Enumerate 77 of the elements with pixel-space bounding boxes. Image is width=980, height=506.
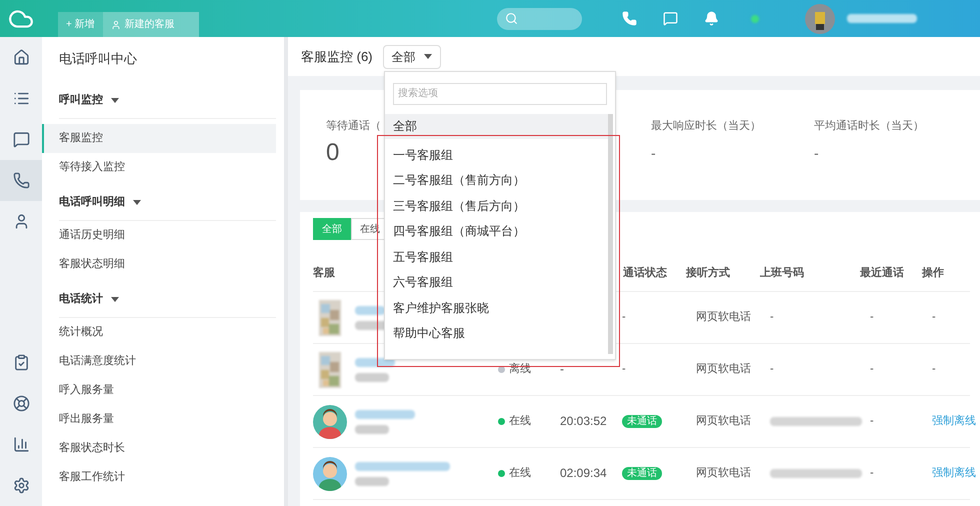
duration-text: 02:09:34 [560,466,607,480]
settings-icon[interactable] [12,477,30,494]
column-header: 上班号码 [760,266,805,281]
sidebar-title: 电话呼叫中心 [59,50,138,68]
redacted-name [355,410,415,418]
stat-label: 最大响应时长（当天） [651,118,761,134]
recent-call-text: - [870,311,874,324]
dropdown-option[interactable]: 六号客服组 [385,270,608,295]
section-header[interactable]: 呼叫监控 [59,83,276,119]
recent-call-text: - [870,363,874,376]
redacted-id [355,372,389,382]
status-text: 在线 [509,466,531,482]
recent-call-text: - [870,467,874,480]
list-icon[interactable] [12,90,30,107]
page-title: 客服监控 (6) [301,48,372,66]
sidebar-item[interactable]: 客服工作统计 [59,463,276,492]
sidebar-item[interactable]: 等待接入监控 [59,153,276,182]
search-field[interactable]: 搜索选项 [393,82,607,104]
clipboard-icon[interactable] [12,354,30,371]
redacted-id [355,424,389,434]
avatar-icon [313,456,347,490]
call-status-text: - [622,363,626,376]
dropdown-option[interactable]: 三号客服组（售后方向） [385,193,608,218]
sidebar-item[interactable]: 客服状态时长 [59,434,276,463]
status-text: 在线 [509,414,531,430]
search-icon [504,12,518,25]
group-select[interactable]: 全部 [382,44,440,68]
search-field[interactable] [496,8,582,30]
duration-text: - [560,362,564,376]
stat-label: 等待通话（ [326,118,381,134]
stat-value: - [651,144,656,162]
call-status-badge: 未通话 [622,467,662,480]
sidebar-item[interactable]: 客服状态明细 [59,250,276,279]
stat-value: 0 [326,138,340,168]
method-text: 网页软电话 [696,311,751,324]
stat-label: 平均通话时长（当天） [814,118,924,134]
method-text: 网页软电话 [696,363,751,376]
lifebuoy-icon[interactable] [12,395,30,412]
sidebar-item[interactable]: 呼出服务量 [59,405,276,434]
sidebar-item[interactable]: 电话满意度统计 [59,347,276,376]
home-icon[interactable] [12,49,30,66]
column-header: 接听方式 [686,266,731,281]
action-text: - [932,363,936,376]
column-header: 操作 [922,266,945,281]
dropdown-option[interactable]: 全部 [385,114,608,139]
scrollbar[interactable] [608,114,613,354]
bar-chart-icon[interactable] [12,436,30,453]
avatar-icon [313,404,347,438]
dropdown-option[interactable]: 一号客服组 [385,142,608,168]
sidebar-item[interactable]: 通话历史明细 [59,221,276,250]
sidebar-item[interactable]: 统计概况 [59,318,276,347]
duration-text: 20:03:52 [560,414,607,428]
column-header: 通话状态 [623,266,668,281]
section-header[interactable]: 电话统计 [59,282,276,318]
chat-icon[interactable] [12,131,30,148]
user-icon [110,20,121,30]
section-header[interactable]: 电话呼叫明细 [59,185,276,221]
dropdown-option[interactable]: 客户维护客服张晓 [385,295,608,320]
dropdown-option[interactable]: 帮助中心客服 [385,320,608,346]
action-text: - [932,311,936,324]
recent-call-text: - [870,415,874,428]
stat-value: - [814,144,819,162]
sidebar-item[interactable]: 呼入服务量 [59,376,276,405]
redacted-name [355,306,385,314]
dropdown-option[interactable]: 五号客服组 [385,244,608,270]
dropdown-option[interactable]: 二号客服组（售前方向） [385,168,608,193]
call-status-badge: 未通话 [622,415,662,428]
method-text: 网页软电话 [696,467,751,480]
redacted-username [846,14,917,23]
method-text: 网页软电话 [696,415,751,428]
call-status-text: - [622,311,626,324]
number-text: - [770,311,774,324]
number-text: - [770,363,774,376]
sidebar-item[interactable]: 客服监控 [42,124,276,153]
redacted-id [355,476,389,486]
column-header: 最近通话 [860,266,905,281]
phone-icon[interactable] [12,172,30,189]
